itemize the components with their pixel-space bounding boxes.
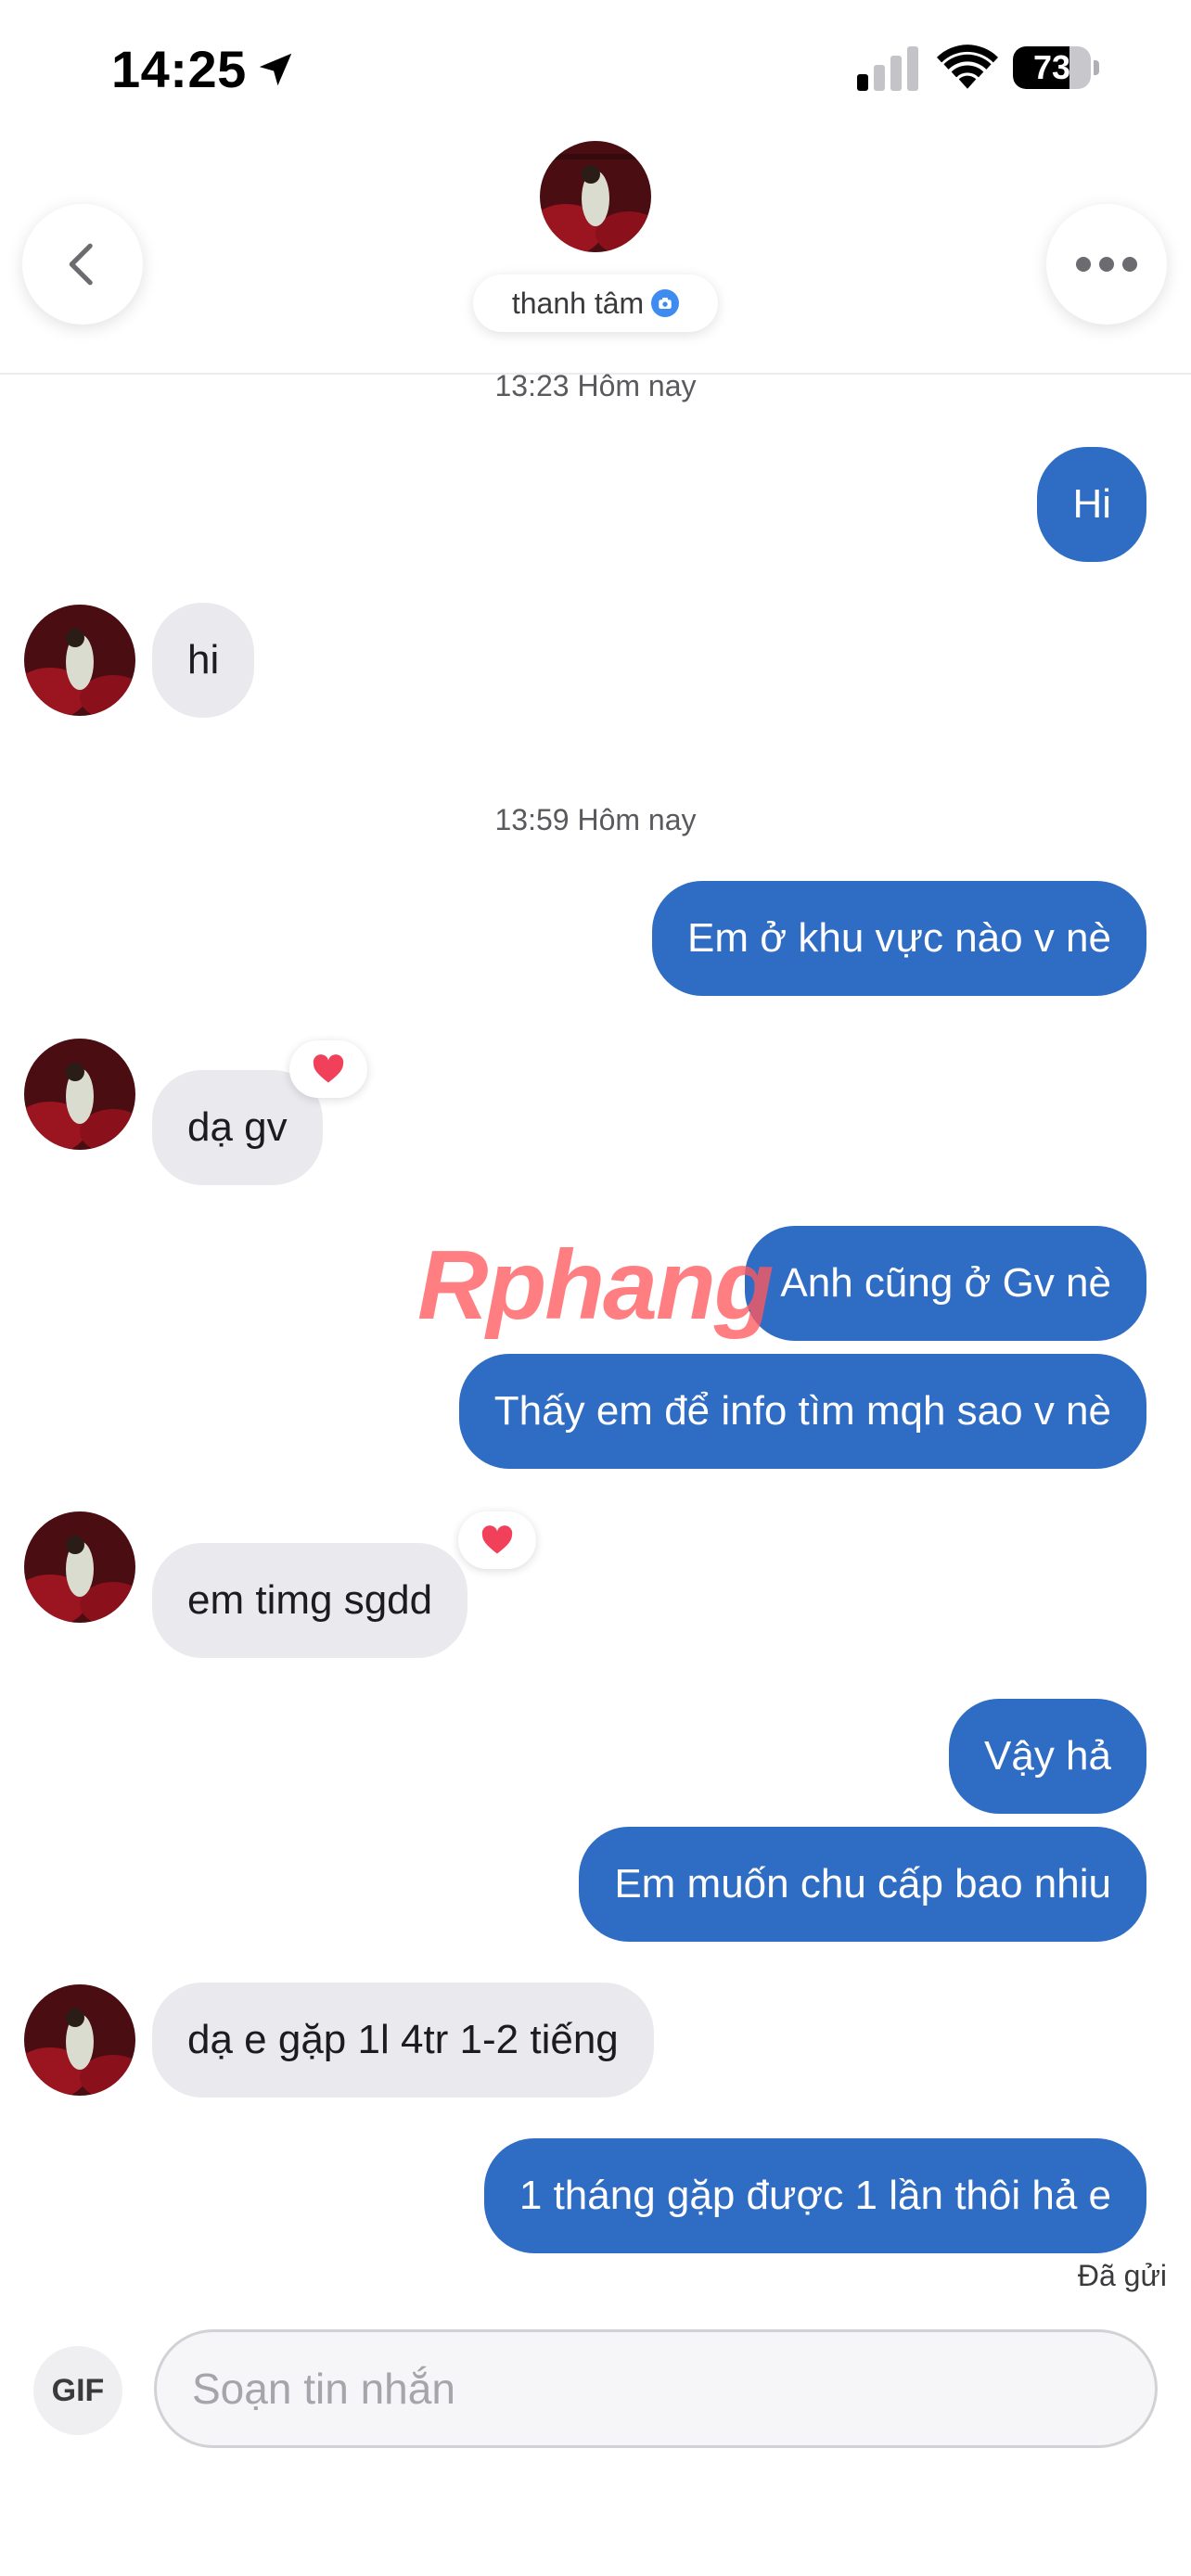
battery-indicator: 73 [1013, 46, 1099, 91]
message-composer[interactable] [154, 2329, 1158, 2448]
status-time: 14:25 [111, 40, 247, 98]
sent-message-bubble[interactable]: Em ở khu vực nào v nè [652, 881, 1146, 996]
wifi-icon [937, 45, 998, 89]
heart-icon [313, 1054, 344, 1083]
message-input[interactable] [192, 2364, 1120, 2414]
contact-avatar-small[interactable] [24, 1984, 135, 2096]
heart-icon [481, 1525, 513, 1554]
back-button[interactable] [22, 204, 143, 325]
chevron-left-icon [69, 243, 93, 286]
contact-avatar-small[interactable] [24, 1511, 135, 1623]
watermark-logo: Rphang [417, 1231, 774, 1340]
gif-button[interactable]: GIF [33, 2346, 122, 2435]
cellular-signal-icon [857, 46, 918, 91]
sent-message-bubble[interactable]: 1 tháng gặp được 1 lần thôi hả e [483, 2138, 1146, 2253]
received-message-bubble[interactable]: dạ e gặp 1l 4tr 1-2 tiếng [152, 1983, 654, 2098]
battery-percent: 73 [1032, 48, 1071, 86]
sent-message-bubble[interactable]: Vậy hả [949, 1699, 1146, 1814]
sent-message-bubble[interactable]: Em muốn chu cấp bao nhiu [579, 1827, 1146, 1942]
received-message-bubble[interactable]: hi [152, 603, 255, 718]
camera-icon [651, 289, 680, 317]
sent-message-bubble[interactable]: Hi [1037, 447, 1146, 562]
status-bar: 14:25 73 [0, 0, 1191, 139]
contact-avatar-small[interactable] [24, 605, 135, 716]
timestamp: 13:59 Hôm nay [494, 803, 697, 836]
contact-name-pill[interactable]: thanh tâm [473, 274, 718, 332]
more-options-button[interactable] [1046, 204, 1167, 325]
sent-message-bubble[interactable]: Thấy em để info tìm mqh sao v nè [458, 1354, 1146, 1469]
contact-name: thanh tâm [511, 286, 645, 320]
sent-message-bubble[interactable]: Anh cũng ở Gv nè [745, 1226, 1146, 1341]
sent-status: Đã gửi [1077, 2259, 1167, 2292]
received-message-bubble[interactable]: em timg sgdd [152, 1543, 468, 1658]
contact-avatar[interactable] [540, 141, 651, 252]
message-reaction[interactable] [458, 1511, 536, 1569]
chat-header: thanh tâm [0, 130, 1191, 375]
contact-avatar-small[interactable] [24, 1039, 135, 1150]
ellipsis-icon [1076, 257, 1137, 272]
timestamp: 13:23 Hôm nay [494, 369, 697, 402]
location-arrow-icon [259, 53, 292, 86]
message-reaction[interactable] [289, 1040, 367, 1098]
